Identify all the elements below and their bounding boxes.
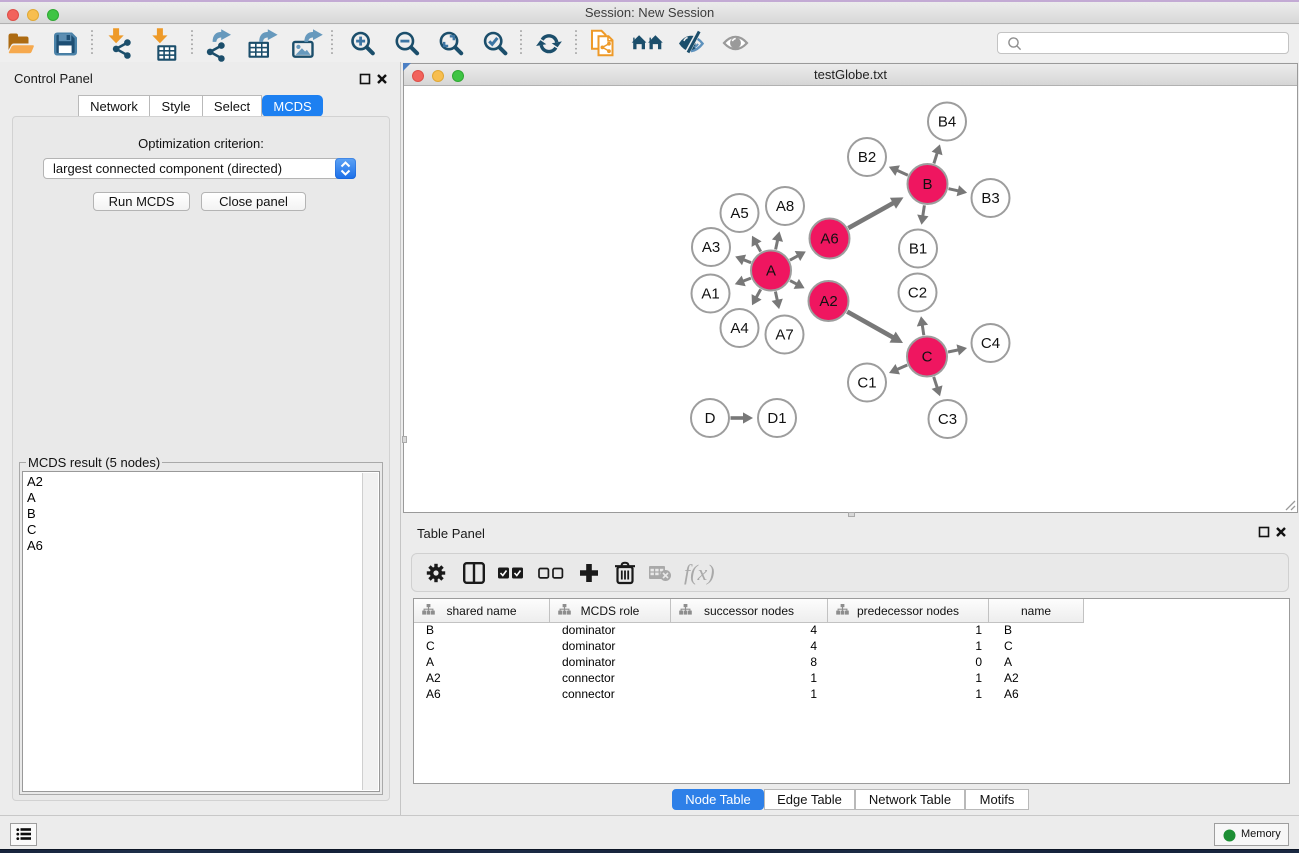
svg-text:C1: C1 bbox=[857, 375, 876, 392]
svg-text:A7: A7 bbox=[775, 327, 793, 344]
svg-text:A6: A6 bbox=[820, 231, 838, 248]
svg-text:A2: A2 bbox=[819, 293, 837, 310]
svg-text:B1: B1 bbox=[909, 241, 927, 258]
svg-text:B3: B3 bbox=[981, 190, 999, 207]
svg-text:C3: C3 bbox=[938, 411, 957, 428]
svg-text:B2: B2 bbox=[858, 149, 876, 166]
svg-text:B: B bbox=[922, 176, 932, 193]
svg-text:A: A bbox=[766, 263, 776, 280]
svg-text:A8: A8 bbox=[776, 198, 794, 215]
svg-text:f(x): f(x) bbox=[684, 560, 715, 585]
svg-text:D1: D1 bbox=[767, 410, 786, 427]
svg-text:C4: C4 bbox=[981, 335, 1000, 352]
svg-text:C: C bbox=[922, 349, 933, 366]
svg-text:C2: C2 bbox=[908, 285, 927, 302]
svg-text:D: D bbox=[705, 410, 716, 427]
svg-text:A1: A1 bbox=[701, 286, 719, 303]
svg-text:A3: A3 bbox=[702, 239, 720, 256]
svg-text:A4: A4 bbox=[730, 320, 748, 337]
svg-text:A5: A5 bbox=[730, 205, 748, 222]
svg-text:B4: B4 bbox=[938, 114, 956, 131]
